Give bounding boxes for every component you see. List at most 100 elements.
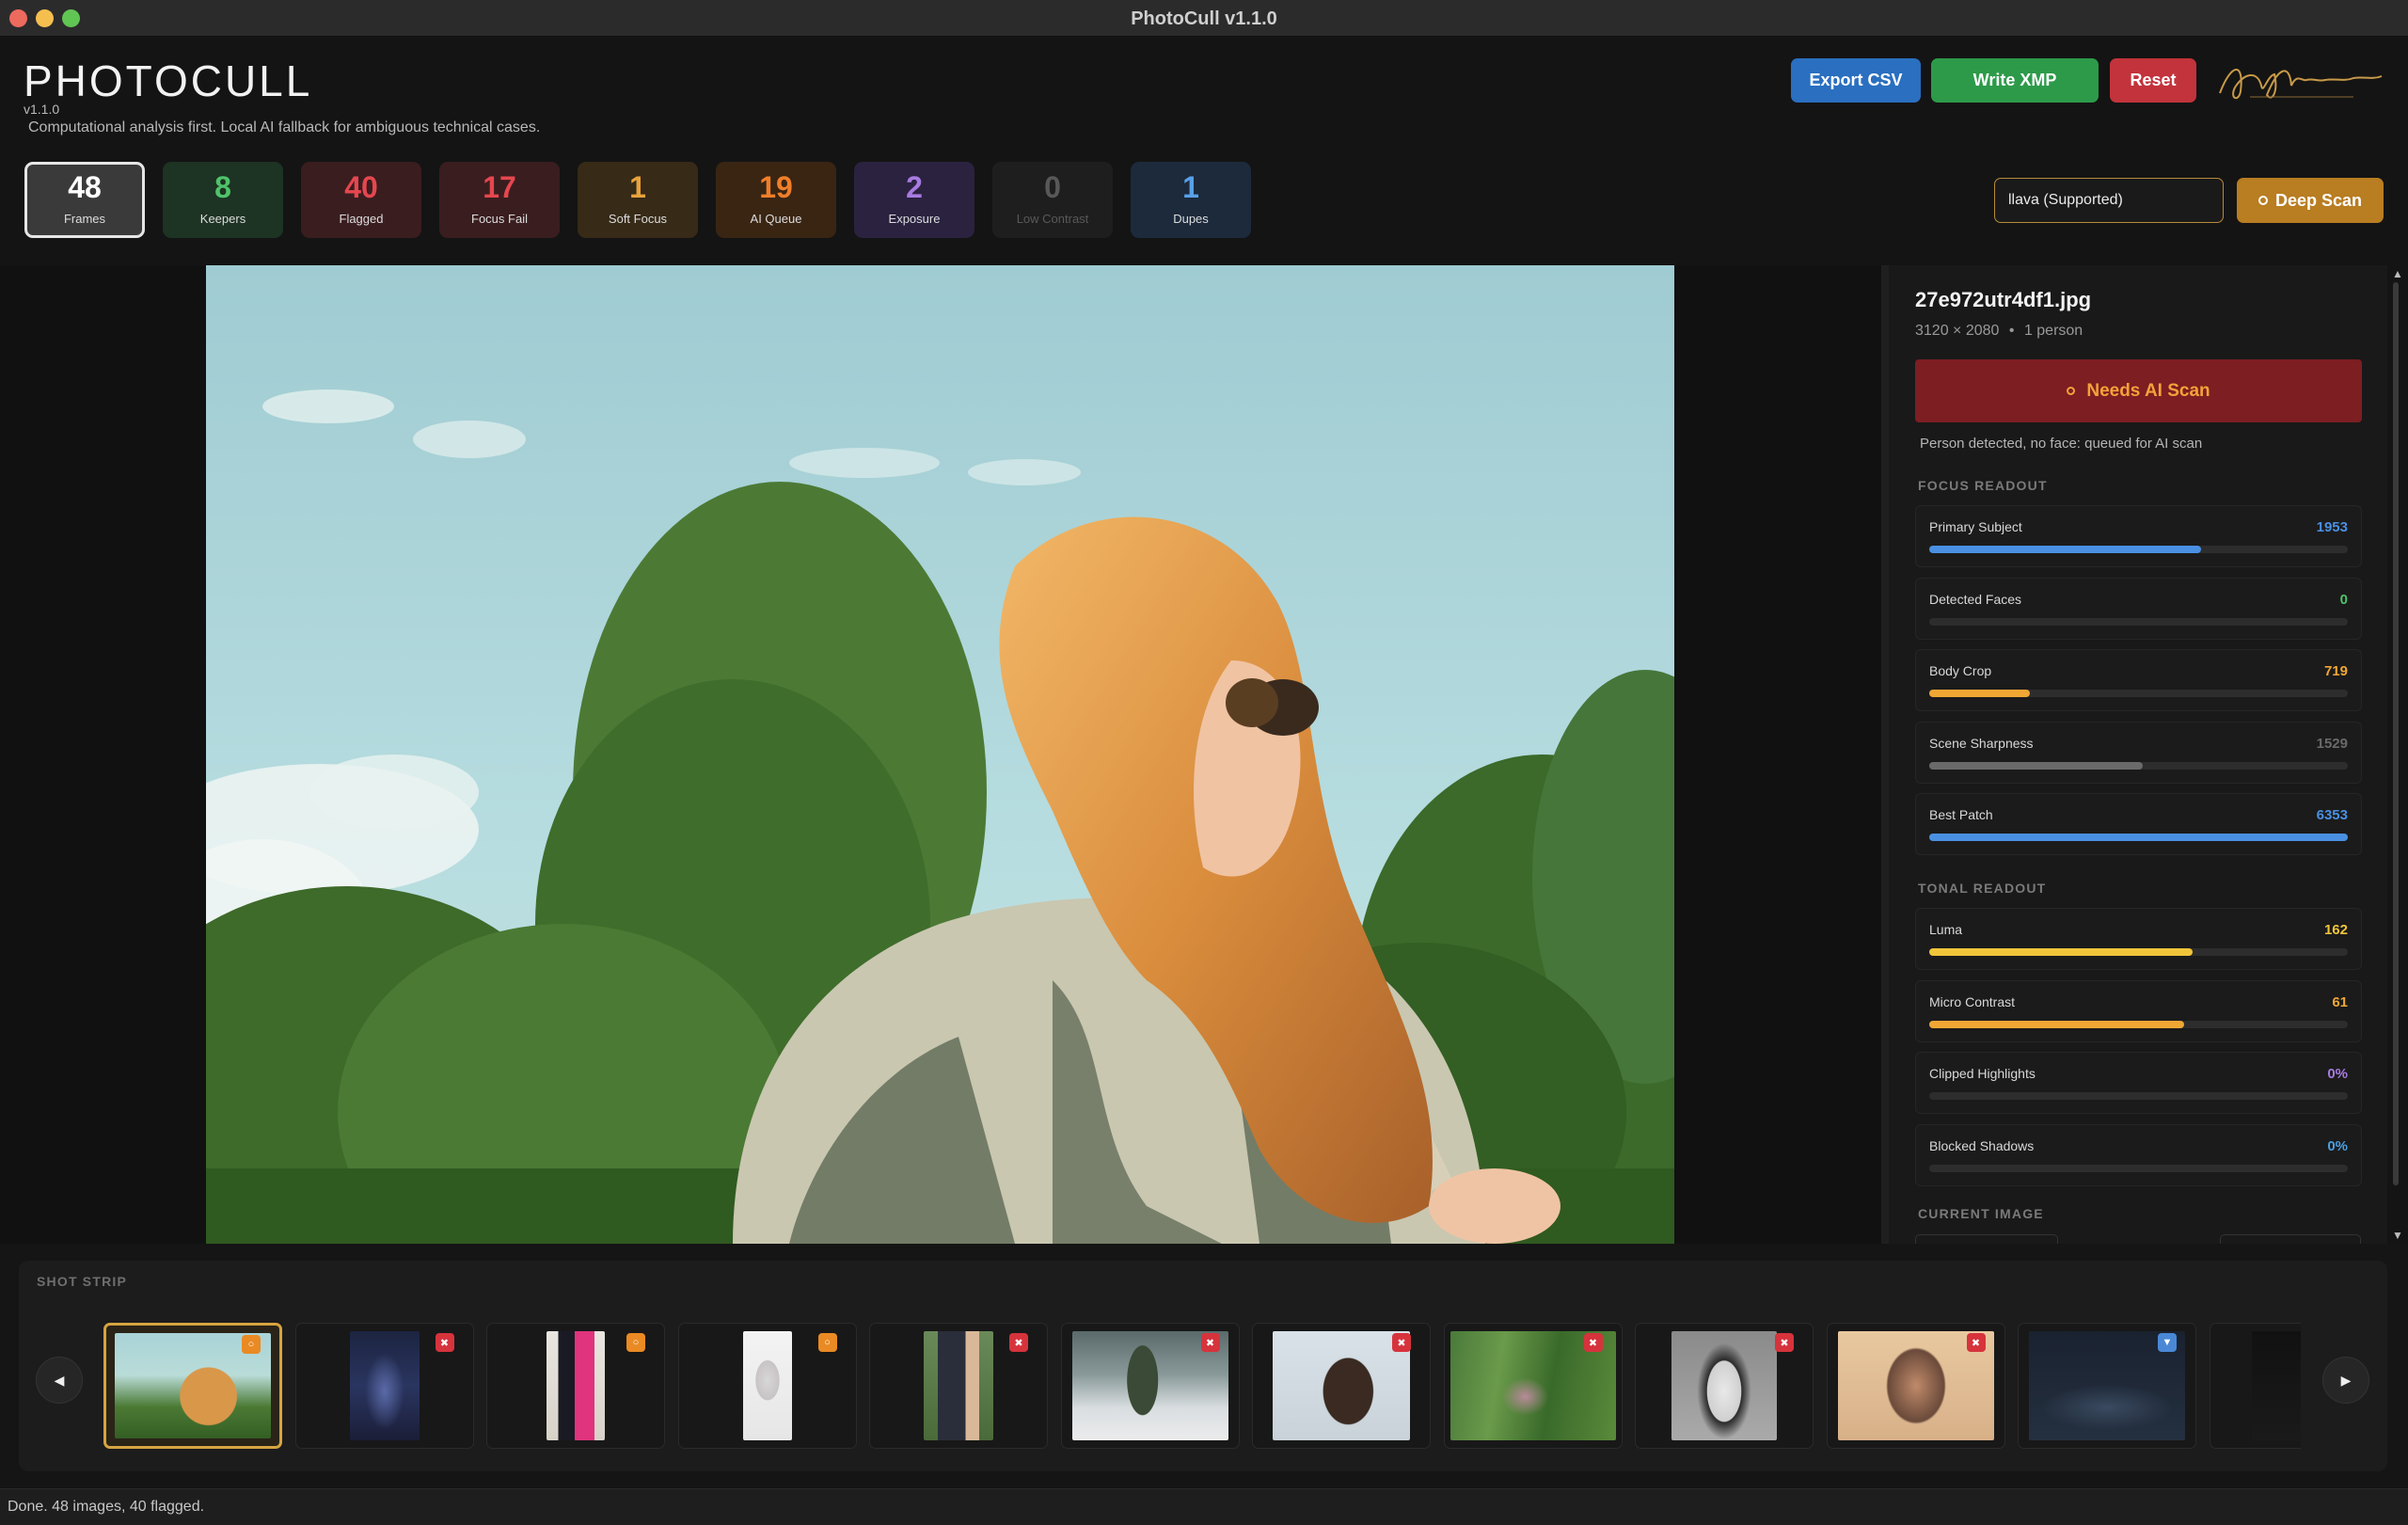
- app-header: PHOTOCULL v1.1.0 Computational analysis …: [0, 37, 2408, 265]
- scroll-thumb[interactable]: [2393, 282, 2399, 1185]
- scroll-up-icon[interactable]: ▲: [2391, 267, 2404, 280]
- thumbnail-image: [547, 1331, 605, 1440]
- metric-micro-contrast: Micro Contrast 61: [1915, 979, 2362, 1042]
- metric-value: 1953: [2316, 519, 2348, 535]
- flag-fail-badge-icon: ✖: [1200, 1333, 1220, 1352]
- thumbnail-hockey[interactable]: ✖: [1060, 1323, 1240, 1449]
- window-title: PhotoCull v1.1.0: [1131, 8, 1277, 29]
- thumbnail-dark[interactable]: [2209, 1323, 2301, 1449]
- metric-blocked-shadows: Blocked Shadows 0%: [1915, 1123, 2362, 1186]
- stat-card-ai-queue[interactable]: 19 AI Queue: [716, 162, 836, 238]
- deep-scan-button[interactable]: Deep Scan: [2237, 178, 2384, 223]
- flag-fail-badge-icon: ✖: [435, 1333, 454, 1352]
- person-count: 1 person: [2023, 323, 2083, 339]
- metric-fill: [1929, 761, 2143, 770]
- stat-label: AI Queue: [750, 212, 802, 226]
- stat-card-focus-fail[interactable]: 17 Focus Fail: [439, 162, 560, 238]
- status-bar: Done. 48 images, 40 flagged.: [0, 1488, 2408, 1525]
- scan-icon: [2258, 196, 2268, 205]
- metric-value: 719: [2323, 663, 2348, 679]
- export-csv-button[interactable]: Export CSV: [1791, 58, 1921, 103]
- image-viewer[interactable]: [0, 265, 1881, 1244]
- metric-detected-faces: Detected Faces 0: [1915, 577, 2362, 640]
- flag-fail-badge-icon: ✖: [1392, 1333, 1411, 1352]
- thumbnail-woman-smile[interactable]: ✖: [1252, 1323, 1431, 1449]
- shot-strip: SHOT STRIP ◀ ○ ✖ ○ ○ ✖ ✖ ✖ ✖ ✖ ✖ ▼ ▶: [19, 1261, 2387, 1471]
- metric-track: [1929, 690, 2348, 697]
- metric-label: Clipped Highlights: [1929, 1066, 2036, 1081]
- stat-card-flagged[interactable]: 40 Flagged: [301, 162, 421, 238]
- metric-fill: [1929, 1020, 2185, 1028]
- metric-track: [1929, 617, 2348, 626]
- metric-label: Blocked Shadows: [1929, 1137, 2035, 1153]
- reset-button[interactable]: Reset: [2110, 58, 2196, 103]
- metric-track: [1929, 834, 2348, 841]
- metric-label: Body Crop: [1929, 663, 1992, 678]
- metric-value: 0%: [2327, 1066, 2348, 1082]
- flag-fail-badge-icon: ✖: [1009, 1333, 1028, 1352]
- inspector-panel: 27e972utr4df1.jpg 3120 × 2080 • 1 person…: [1889, 265, 2387, 1244]
- thumbnail-image: [1671, 1331, 1777, 1440]
- panel-divider[interactable]: [1881, 265, 1889, 1244]
- thumbnail-motion-blur[interactable]: ✖: [1443, 1323, 1623, 1449]
- focus-readout-title: FOCUS READOUT: [1918, 478, 2048, 493]
- stat-card-keepers[interactable]: 8 Keepers: [163, 162, 283, 238]
- metric-label: Detected Faces: [1929, 591, 2022, 607]
- metric-primary-subject: Primary Subject 1953: [1915, 505, 2362, 567]
- stat-card-soft-focus[interactable]: 1 Soft Focus: [578, 162, 698, 238]
- stat-card-frames[interactable]: 48 Frames: [24, 162, 145, 238]
- metric-label: Primary Subject: [1929, 519, 2022, 534]
- metric-clipped-highlights: Clipped Highlights 0%: [1915, 1052, 2362, 1114]
- scroll-down-icon[interactable]: ▼: [2391, 1229, 2404, 1242]
- thumbnail-baby-doc[interactable]: ○: [677, 1323, 857, 1449]
- stat-label: Soft Focus: [608, 212, 668, 226]
- thumbnail-crowd-dark[interactable]: ▼: [2018, 1323, 2196, 1449]
- strip-prev-button[interactable]: ◀: [36, 1357, 83, 1404]
- chevron-right-icon: ▶: [2340, 1372, 2352, 1388]
- ai-model-select[interactable]: llava (Supported): [1994, 178, 2224, 223]
- strip-next-button[interactable]: ▶: [2322, 1357, 2369, 1404]
- ai-queue-badge-icon: ○: [242, 1335, 261, 1354]
- thumbnail-couple-green[interactable]: ✖: [869, 1323, 1048, 1449]
- scan-icon: [2067, 387, 2076, 395]
- stat-label: Flagged: [339, 212, 384, 226]
- metric-scene-sharpness: Scene Sharpness 1529: [1915, 721, 2362, 784]
- ai-queue-badge-icon: ○: [817, 1333, 837, 1352]
- thumbnail-image: [1273, 1331, 1410, 1440]
- app-version: v1.1.0: [24, 102, 60, 117]
- ai-scan-note: Person detected, no face: queued for AI …: [1920, 436, 2203, 452]
- current-image-title: CURRENT IMAGE: [1918, 1206, 2044, 1221]
- metric-fill: [1929, 948, 2194, 956]
- thumbnail-woman-trees[interactable]: ○: [103, 1323, 282, 1449]
- metric-value: 6353: [2316, 807, 2348, 823]
- stat-card-dupes[interactable]: 1 Dupes: [1131, 162, 1251, 238]
- thumbnail-couple-pink[interactable]: ○: [486, 1323, 665, 1449]
- thumbnail-stage[interactable]: ✖: [294, 1323, 474, 1449]
- main-photo: [206, 265, 1674, 1244]
- stat-label: Exposure: [888, 212, 941, 226]
- thumbnail-man-glasses[interactable]: ✖: [1826, 1323, 2005, 1449]
- metric-best-patch: Best Patch 6353: [1915, 793, 2362, 855]
- panel-scrollbar[interactable]: ▲ ▼: [2387, 265, 2408, 1244]
- metric-luma: Luma 162: [1915, 908, 2362, 970]
- stat-card-exposure[interactable]: 2 Exposure: [854, 162, 974, 238]
- thumbnail-bw-portrait[interactable]: ✖: [1635, 1323, 1814, 1449]
- flag-fail-badge-icon: ✖: [1775, 1333, 1794, 1352]
- metric-fill: [1929, 690, 2030, 697]
- metric-value: 0%: [2327, 1137, 2348, 1154]
- metric-track: [1929, 546, 2348, 553]
- metric-fill: [1929, 834, 2348, 841]
- stat-card-low-contrast[interactable]: 0 Low Contrast: [992, 162, 1113, 238]
- stat-label: Keepers: [199, 212, 246, 226]
- stat-value: 0: [1044, 170, 1061, 204]
- status-text: Done. 48 images, 40 flagged.: [8, 1499, 205, 1515]
- chevron-left-icon: ◀: [54, 1372, 65, 1388]
- metric-body-crop: Body Crop 719: [1915, 649, 2362, 711]
- stat-label: Dupes: [1173, 212, 1209, 226]
- signature-logo: [2219, 69, 2383, 100]
- stat-label: Frames: [63, 212, 106, 226]
- metric-track: [1929, 948, 2348, 956]
- write-xmp-button[interactable]: Write XMP: [1931, 58, 2099, 103]
- needs-ai-scan-button[interactable]: Needs AI Scan: [1915, 359, 2362, 422]
- metric-value: 61: [2332, 993, 2348, 1010]
